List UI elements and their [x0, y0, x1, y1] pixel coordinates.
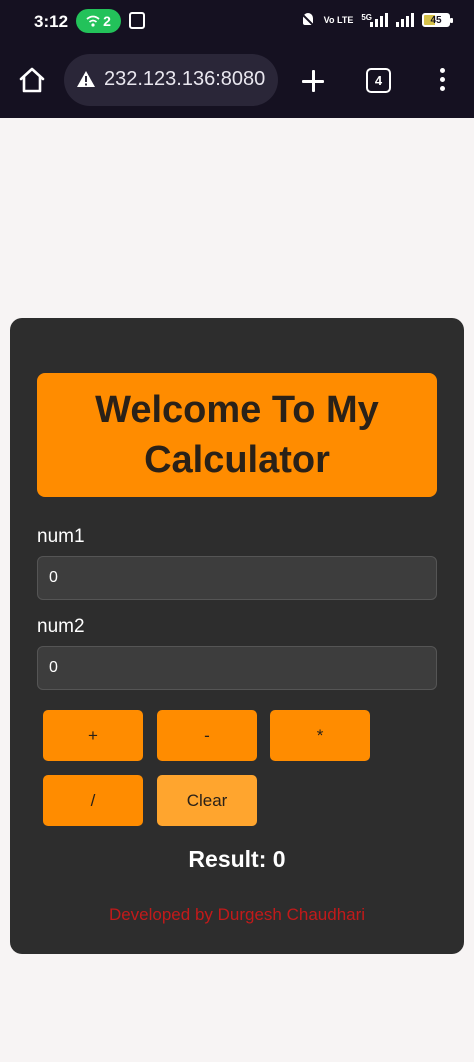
- hotspot-indicator: 2: [76, 9, 121, 33]
- warning-icon[interactable]: [76, 70, 96, 88]
- title-banner: Welcome To My Calculator: [37, 373, 437, 497]
- status-right-icons: Vo LTE 5G 45: [300, 12, 453, 28]
- tab-switcher-icon[interactable]: 4: [366, 68, 391, 93]
- result-text: Result: 0: [188, 846, 286, 872]
- signal-icon: [396, 13, 414, 27]
- add-button[interactable]: +: [43, 710, 143, 761]
- calculator-card: Welcome To My Calculator num1 num2 + - *…: [10, 318, 464, 954]
- hotspot-count: 2: [103, 13, 111, 29]
- home-icon[interactable]: [18, 66, 46, 94]
- clear-button[interactable]: Clear: [157, 775, 257, 826]
- status-bar: 3:12 2 Vo LTE 5G 45: [0, 0, 474, 44]
- divide-button[interactable]: /: [43, 775, 143, 826]
- subtract-button[interactable]: -: [157, 710, 257, 761]
- url-text[interactable]: 232.123.136:8080: [104, 68, 265, 91]
- signal-5g-icon: 5G: [361, 13, 388, 27]
- num2-label: num2: [37, 616, 85, 637]
- mute-icon: [300, 12, 316, 28]
- status-time: 3:12: [34, 12, 69, 31]
- notification-icon: [129, 12, 145, 29]
- browser-toolbar: 232.123.136:8080 4: [0, 44, 474, 118]
- num1-label: num1: [37, 526, 85, 547]
- page-title: Welcome To My Calculator: [95, 389, 379, 481]
- num2-input[interactable]: [37, 646, 437, 690]
- hotspot-icon: [86, 15, 100, 27]
- new-tab-icon[interactable]: [300, 68, 326, 94]
- address-bar[interactable]: 232.123.136:8080: [64, 54, 278, 106]
- battery-icon: 45: [422, 13, 453, 27]
- footer-credit: Developed by Durgesh Chaudhari: [108, 905, 366, 924]
- network-label: 5G: [361, 13, 372, 22]
- overflow-menu-icon[interactable]: [438, 68, 446, 94]
- multiply-button[interactable]: *: [270, 710, 370, 761]
- num1-input[interactable]: [37, 556, 437, 600]
- volte-label: Vo LTE: [323, 14, 354, 25]
